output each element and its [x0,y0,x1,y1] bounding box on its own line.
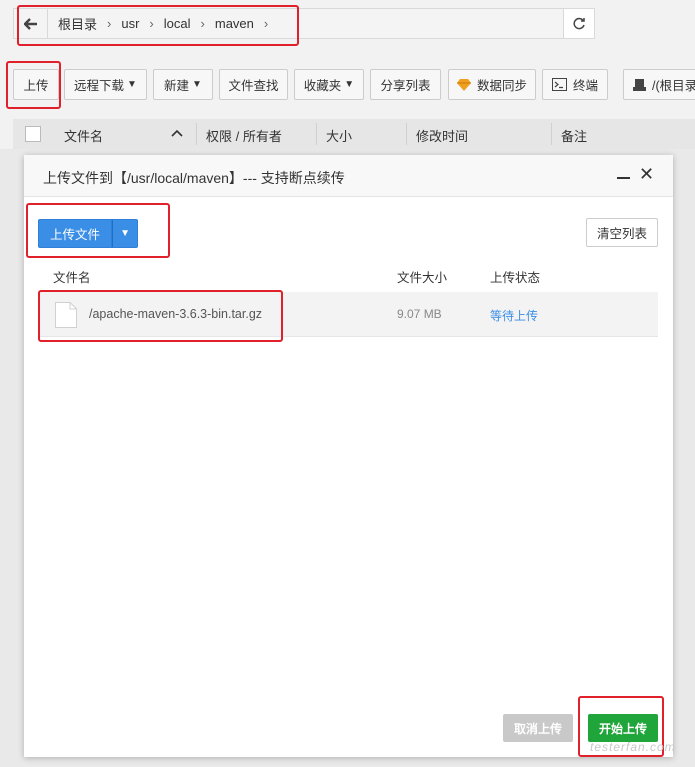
refresh-button[interactable] [563,9,594,38]
breadcrumb-item-maven[interactable]: maven [215,16,254,31]
col-upload-filename: 文件名 [53,271,91,285]
new-button[interactable]: 新建 ▼ [153,69,213,100]
sort-chevron-up-icon[interactable] [171,125,183,140]
breadcrumb: 根目录 › usr › local › maven › [58,9,278,38]
data-sync-button[interactable]: 数据同步 [448,69,536,100]
upload-files-button[interactable]: 上传文件 [38,219,113,248]
column-divider [196,123,197,145]
col-upload-status: 上传状态 [490,271,541,285]
chevron-right-icon: › [107,16,112,31]
column-divider [316,123,317,145]
remote-download-button[interactable]: 远程下载 ▼ [64,69,147,100]
cancel-upload-button[interactable]: 取消上传 [503,714,574,742]
favorites-label: 收藏夹 [303,79,342,93]
disk-icon [633,78,646,91]
close-icon[interactable]: ✕ [639,165,655,183]
upload-file-row[interactable]: /apache-maven-3.6.3-bin.tar.gz 9.07 MB 等… [38,292,658,337]
share-list-label: 分享列表 [380,79,431,93]
col-filename[interactable]: 文件名 [64,126,103,145]
upload-file-name: /apache-maven-3.6.3-bin.tar.gz [89,307,263,321]
col-upload-size: 文件大小 [397,271,448,285]
remote-download-label: 远程下载 [74,79,125,93]
watermark: testerfan.com [590,740,676,754]
root-dir-button[interactable]: /(根目录 [623,69,695,100]
refresh-icon [573,17,585,29]
upload-file-status: 等待上传 [490,309,539,323]
file-table-header: 文件名 权限 / 所有者 大小 修改时间 备注 [13,119,695,149]
column-divider [551,123,552,145]
upload-files-group: 上传文件 ▼ [38,219,139,248]
chevron-down-icon: ▼ [127,79,137,90]
address-bar: 根目录 › usr › local › maven › [13,8,595,39]
chevron-right-icon: › [200,16,205,31]
dialog-title: 上传文件到【/usr/local/maven】--- 支持断点续传 [43,170,345,186]
terminal-icon [551,78,567,91]
col-modified[interactable]: 修改时间 [416,126,468,145]
arrow-left-icon [23,17,37,30]
back-button[interactable] [14,9,48,38]
col-size[interactable]: 大小 [326,126,352,145]
chevron-down-icon: ▼ [192,79,202,90]
breadcrumb-item-local[interactable]: local [164,16,191,31]
data-sync-label: 数据同步 [476,79,527,93]
minimize-icon[interactable] [617,168,631,184]
terminal-label: 终端 [572,79,598,93]
upload-list-header: 文件名 文件大小 上传状态 [38,262,658,288]
chevron-right-icon: › [149,16,154,31]
select-all-checkbox[interactable] [25,126,41,142]
new-label: 新建 [164,79,190,93]
upload-button[interactable]: 上传 [13,69,59,100]
favorites-button[interactable]: 收藏夹 ▼ [294,69,364,100]
upload-label: 上传 [23,79,49,93]
file-search-label: 文件查找 [228,79,279,93]
upload-file-size: 9.07 MB [397,307,442,321]
caret-down-icon: ▼ [120,228,130,239]
upload-dialog: 上传文件到【/usr/local/maven】--- 支持断点续传 ✕ 上传文件… [24,155,673,757]
upload-dropdown-button[interactable]: ▼ [112,219,139,248]
share-list-button[interactable]: 分享列表 [370,69,441,100]
terminal-button[interactable]: 终端 [542,69,608,100]
column-divider [406,123,407,145]
breadcrumb-item-usr[interactable]: usr [121,16,139,31]
chevron-down-icon: ▼ [344,79,355,90]
file-search-button[interactable]: 文件查找 [219,69,288,100]
col-remark[interactable]: 备注 [561,126,587,145]
start-upload-button[interactable]: 开始上传 [588,714,659,742]
chevron-right-icon: › [263,16,269,31]
file-icon [55,302,77,328]
breadcrumb-item-root[interactable]: 根目录 [58,14,97,33]
diamond-icon [456,78,471,91]
col-permission[interactable]: 权限 / 所有者 [206,126,282,145]
toolbar: 上传 远程下载 ▼ 新建 ▼ 文件查找 收藏夹 ▼ 分享列表 数据同步 终端 /(根目… [0,64,695,104]
root-dir-label: /(根目录 [652,79,695,93]
dialog-header: 上传文件到【/usr/local/maven】--- 支持断点续传 ✕ [24,155,673,197]
clear-list-button[interactable]: 清空列表 [585,218,658,247]
